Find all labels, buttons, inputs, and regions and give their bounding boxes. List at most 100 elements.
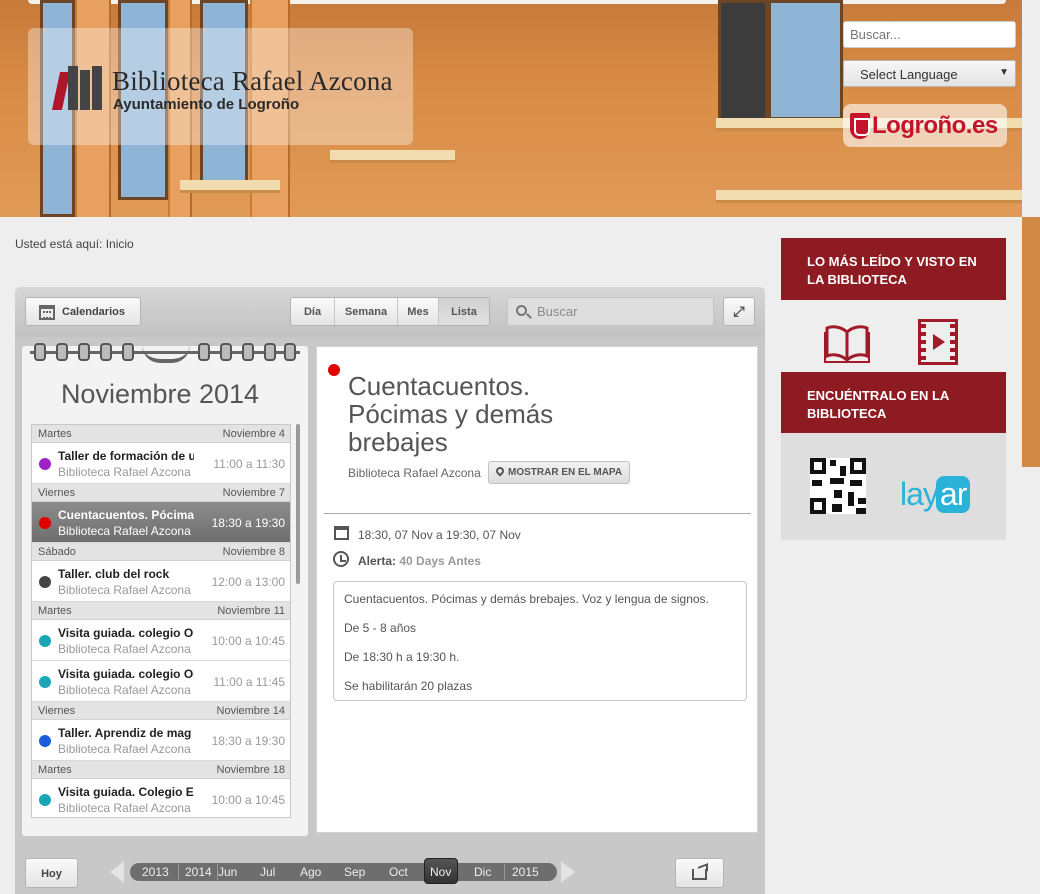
month-title: Noviembre 2014 (60, 379, 260, 409)
day-date: Noviembre 8 (222, 546, 285, 558)
show-map-button[interactable]: MOSTRAR EN EL MAPA (488, 461, 630, 484)
timeline-separator (504, 864, 505, 880)
building-ledge (180, 180, 280, 190)
most-read-heading[interactable]: LO MÁS LEÍDO Y VISTO EN LA BIBLIOTECA (781, 238, 1006, 300)
event-item-title: Taller. Aprendiz de mag (58, 726, 192, 740)
building-window (768, 0, 843, 120)
view-month-button[interactable]: Mes (398, 298, 439, 325)
find-in-library-heading[interactable]: ENCUÉNTRALO EN LA BIBLIOTECA (781, 372, 1006, 433)
event-item[interactable]: Taller. Aprendiz de mag Biblioteca Rafael… (32, 720, 290, 761)
building-ledge (716, 190, 1022, 200)
find-heading-text: ENCUÉNTRALO EN LA BIBLIOTECA (807, 388, 949, 421)
event-item[interactable]: Visita guiada. colegio Ol Biblioteca Rafa… (32, 620, 290, 661)
event-list-scrollbar[interactable] (296, 424, 300, 584)
share-icon (692, 869, 707, 880)
spiral-binding (30, 337, 300, 365)
timeline-item[interactable]: 2013 (142, 865, 169, 879)
event-item-time: 18:30 a 19:30 (211, 516, 285, 530)
building-ledge (330, 150, 455, 160)
timeline-item[interactable]: Jun (218, 865, 237, 879)
view-day-button[interactable]: Día (291, 298, 335, 325)
banner-edge (1022, 217, 1040, 467)
event-item-time: 10:00 a 10:45 (211, 634, 285, 648)
event-item[interactable]: Taller. club del rock Biblioteca Rafael A… (32, 561, 290, 602)
calendar-search-input[interactable]: Buscar (507, 297, 714, 326)
share-button[interactable] (675, 858, 724, 888)
expand-button[interactable]: ⤢ (723, 297, 755, 326)
event-item-title: Visita guiada. colegio Ol (58, 667, 194, 681)
divider (324, 513, 751, 514)
calendars-button[interactable]: Calendarios (25, 297, 141, 326)
city-shield-icon (850, 113, 870, 139)
event-item-place: Biblioteca Rafael Azcona (58, 742, 191, 756)
day-header: Martes Noviembre 4 (32, 425, 290, 443)
book-icon[interactable] (824, 320, 870, 364)
film-icon[interactable] (918, 319, 958, 365)
today-button[interactable]: Hoy (25, 858, 78, 888)
event-color-dot (39, 635, 51, 647)
media-icons-panel (781, 300, 1006, 372)
day-header: Martes Noviembre 11 (32, 602, 290, 620)
event-item[interactable]: Visita guiada. Colegio E: Biblioteca Rafa… (32, 779, 290, 817)
library-name[interactable]: Biblioteca Rafael Azcona (112, 66, 393, 97)
event-item-title: Visita guiada. colegio Ol (58, 626, 194, 640)
event-item-place: Biblioteca Rafael Azcona (58, 524, 191, 538)
qr-code-icon[interactable] (810, 458, 866, 514)
timeline-item[interactable]: Ago (300, 865, 321, 879)
timeline-item[interactable]: Sep (344, 865, 365, 879)
library-subtitle: Ayuntamiento de Logroño (113, 96, 300, 113)
alert-value: 40 Days Antes (399, 554, 481, 568)
day-date: Noviembre 4 (222, 428, 285, 440)
event-item[interactable]: Visita guiada. colegio Ol Biblioteca Rafa… (32, 661, 290, 702)
event-color-dot (39, 735, 51, 747)
timeline-item[interactable]: Nov (430, 865, 451, 879)
day-weekday: Martes (38, 605, 72, 617)
breadcrumb: Usted está aquí: Inicio (15, 237, 134, 251)
day-date: Noviembre 11 (217, 605, 285, 617)
timeline-next-arrow[interactable] (561, 861, 575, 883)
day-weekday: Sábado (38, 546, 76, 558)
city-logo-text[interactable]: Logroño.es (872, 112, 998, 140)
timeline-item[interactable]: Jul (260, 865, 275, 879)
event-when: 18:30, 07 Nov a 19:30, 07 Nov (358, 528, 521, 542)
event-alert: Alerta: 40 Days Antes (358, 554, 481, 568)
expand-icon: ⤢ (733, 303, 745, 319)
library-logo-icon (51, 66, 104, 110)
day-weekday: Martes (38, 428, 72, 440)
day-date: Noviembre 14 (216, 705, 285, 717)
event-item-time: 18:30 a 19:30 (211, 734, 285, 748)
building-window (718, 0, 768, 130)
event-color-dot (39, 576, 51, 588)
event-item-time: 11:00 a 11:30 (213, 457, 285, 471)
timeline-item[interactable]: 2015 (512, 865, 539, 879)
layar-logo[interactable]: layar (900, 476, 971, 513)
timeline-item[interactable]: 2014 (185, 865, 212, 879)
event-item[interactable]: Taller de formación de u Biblioteca Rafae… (32, 443, 290, 484)
language-select[interactable]: Select Language ▼ (843, 60, 1016, 87)
day-header: Martes Noviembre 18 (32, 761, 290, 779)
event-item[interactable]: Cuentacuentos. Pócima Biblioteca Rafael A… (32, 502, 290, 543)
timeline-item[interactable]: Dic (474, 865, 491, 879)
timeline-prev-arrow[interactable] (110, 861, 124, 883)
day-weekday: Viernes (38, 705, 76, 717)
event-color-dot (39, 676, 51, 688)
event-item-place: Biblioteca Rafael Azcona (58, 583, 191, 597)
timeline-item[interactable]: Oct (389, 865, 408, 879)
day-header: Sábado Noviembre 8 (32, 543, 290, 561)
description-line: Se habilitarán 20 plazas (344, 679, 473, 693)
event-item-place: Biblioteca Rafael Azcona (58, 642, 191, 656)
description-line: De 5 - 8 años (344, 621, 417, 635)
show-map-label: MOSTRAR EN EL MAPA (508, 467, 623, 478)
timeline-separator (178, 864, 179, 880)
description-line: Cuentacuentos. Pócimas y demás brebajes.… (344, 592, 709, 606)
language-select-label: Select Language (860, 67, 958, 82)
view-week-button[interactable]: Semana (335, 298, 398, 325)
alert-label: Alerta: (358, 554, 397, 568)
day-header: Viernes Noviembre 7 (32, 484, 290, 502)
calendar-icon (39, 305, 55, 320)
view-list-button[interactable]: Lista (439, 298, 489, 325)
clock-icon (333, 551, 349, 567)
site-search-input[interactable] (843, 21, 1016, 48)
day-date: Noviembre 7 (222, 487, 285, 499)
description-line: De 18:30 h a 19:30 h. (344, 650, 460, 664)
